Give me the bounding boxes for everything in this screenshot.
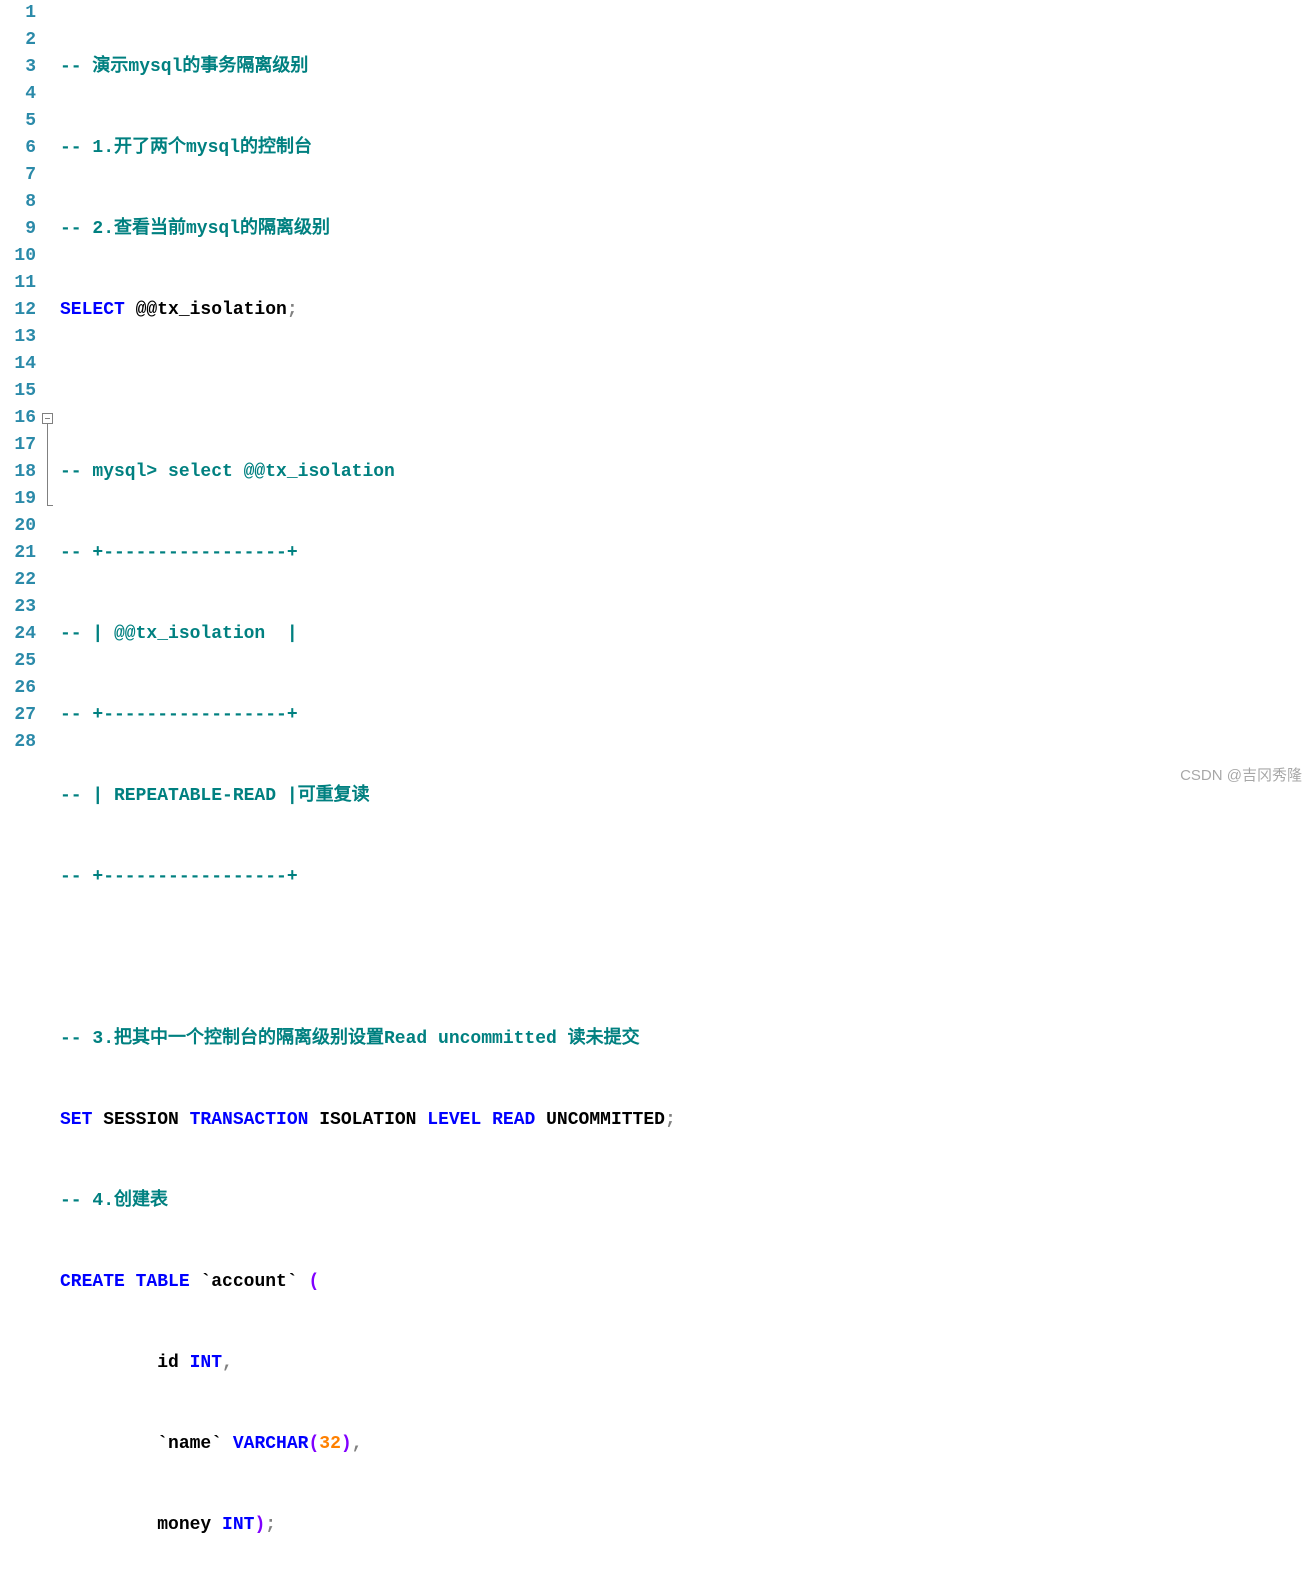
code-keyword: TRANSACTION: [190, 1110, 309, 1130]
code-number: 32: [319, 1434, 341, 1454]
line-number: 20: [0, 513, 36, 540]
line-number: 19: [0, 486, 36, 513]
code-comment: -- 演示mysql的事务隔离级别: [60, 57, 308, 77]
line-number: 14: [0, 351, 36, 378]
code-keyword: SELECT: [60, 300, 125, 320]
line-number: 12: [0, 297, 36, 324]
line-number: 27: [0, 702, 36, 729]
code-comment: -- +-----------------+: [60, 705, 298, 725]
code-text: UNCOMMITTED: [535, 1110, 665, 1130]
code-type: INT: [222, 1515, 254, 1535]
line-number: 10: [0, 243, 36, 270]
line-number: 28: [0, 729, 36, 756]
code-keyword: LEVEL: [427, 1110, 481, 1130]
code-text: ISOLATION: [308, 1110, 427, 1130]
code-punct: ,: [222, 1353, 233, 1373]
code-identifier: `account`: [190, 1272, 309, 1292]
code-punct: ,: [352, 1434, 363, 1454]
code-identifier: `name`: [157, 1434, 233, 1454]
code-comment: -- mysql> select @@tx_isolation: [60, 462, 395, 482]
code-identifier: money: [157, 1515, 222, 1535]
code-comment: -- 3.把其中一个控制台的隔离级别设置Read uncommitted 读未提…: [60, 1029, 640, 1049]
line-number: 26: [0, 675, 36, 702]
line-number: 8: [0, 189, 36, 216]
code-text: @@: [125, 300, 157, 320]
line-number: 2: [0, 27, 36, 54]
line-number: 4: [0, 81, 36, 108]
code-paren: (: [308, 1272, 319, 1292]
line-number: 21: [0, 540, 36, 567]
code-keyword: TABLE: [136, 1272, 190, 1292]
line-number: 23: [0, 594, 36, 621]
code-keyword: READ: [492, 1110, 535, 1130]
code-punct: ;: [265, 1515, 276, 1535]
code-keyword: CREATE: [60, 1272, 125, 1292]
line-number: 24: [0, 621, 36, 648]
line-number: 13: [0, 324, 36, 351]
line-number: 15: [0, 378, 36, 405]
code-paren: ): [341, 1434, 352, 1454]
line-number: 1: [0, 0, 36, 27]
line-number: 11: [0, 270, 36, 297]
code-comment: -- | @@tx_isolation |: [60, 624, 298, 644]
line-number: 9: [0, 216, 36, 243]
code-type: VARCHAR: [233, 1434, 309, 1454]
line-number: 18: [0, 459, 36, 486]
fold-end-icon: [47, 505, 53, 506]
code-text: SESSION: [92, 1110, 189, 1130]
line-number: 22: [0, 567, 36, 594]
code-punct: ;: [665, 1110, 676, 1130]
line-number: 16: [0, 405, 36, 432]
code-comment: -- 4.创建表: [60, 1191, 168, 1211]
line-number-gutter: 1 2 3 4 5 6 7 8 9 10 11 12 13 14 15 16 1…: [0, 0, 40, 1594]
code-paren: ): [254, 1515, 265, 1535]
code-identifier: id: [157, 1353, 189, 1373]
code-keyword: SET: [60, 1110, 92, 1130]
code-editor[interactable]: 1 2 3 4 5 6 7 8 9 10 11 12 13 14 15 16 1…: [0, 0, 1314, 1594]
code-comment: -- | REPEATABLE-READ |可重复读: [60, 786, 370, 806]
code-comment: -- 1.开了两个mysql的控制台: [60, 138, 312, 158]
code-comment: -- +-----------------+: [60, 867, 298, 887]
fold-guide-line: [47, 424, 48, 505]
fold-toggle-icon[interactable]: [42, 413, 53, 424]
code-punct: ;: [287, 300, 298, 320]
line-number: 25: [0, 648, 36, 675]
code-paren: (: [308, 1434, 319, 1454]
line-number: 5: [0, 108, 36, 135]
code-comment: -- 2.查看当前mysql的隔离级别: [60, 219, 330, 239]
line-number: 6: [0, 135, 36, 162]
watermark-text: CSDN @吉冈秀隆: [1180, 762, 1302, 789]
line-number: 17: [0, 432, 36, 459]
code-comment: -- +-----------------+: [60, 543, 298, 563]
code-area[interactable]: -- 演示mysql的事务隔离级别 -- 1.开了两个mysql的控制台 -- …: [60, 0, 784, 1594]
code-type: INT: [190, 1353, 222, 1373]
fold-gutter: [40, 0, 60, 1594]
code-identifier: tx_isolation: [157, 300, 287, 320]
line-number: 3: [0, 54, 36, 81]
line-number: 7: [0, 162, 36, 189]
